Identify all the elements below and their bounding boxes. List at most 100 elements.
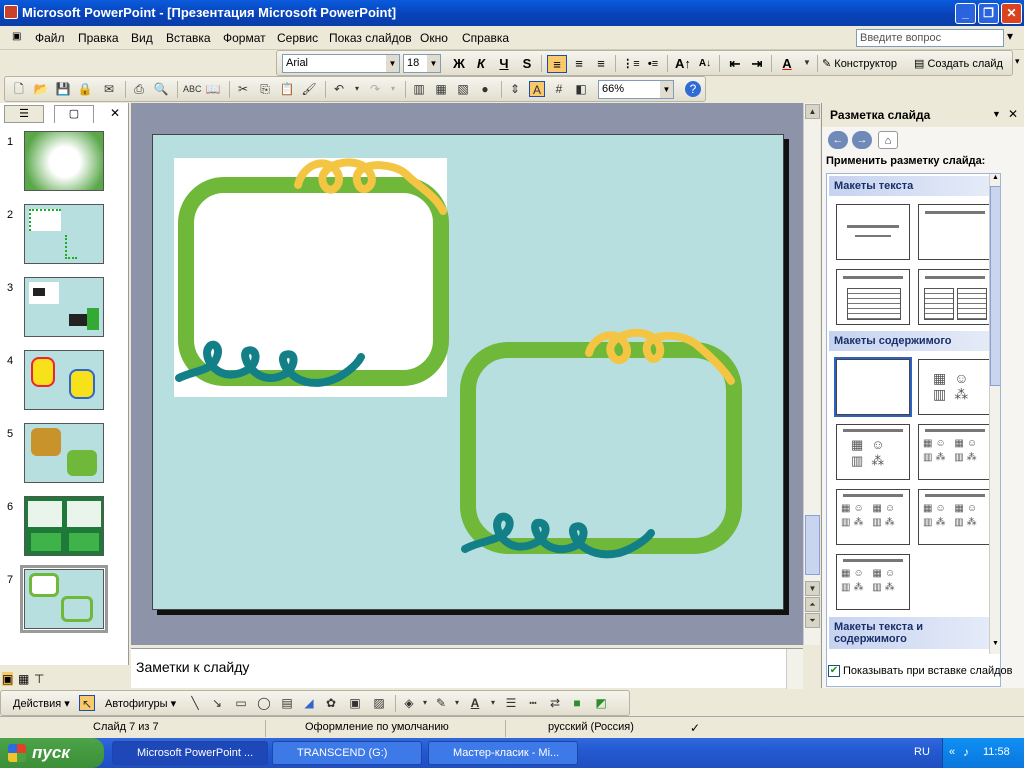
menu-slideshow[interactable]: Показ слайдов: [329, 31, 412, 45]
redo-icon[interactable]: ↷: [367, 81, 383, 97]
print-icon[interactable]: ⎙: [131, 81, 147, 97]
diagram-icon[interactable]: ✿: [323, 695, 339, 711]
maximize-button[interactable]: ❐: [978, 3, 999, 24]
oval-icon[interactable]: ◯: [256, 695, 272, 711]
autoshapes-menu[interactable]: Автофигуры ▾: [105, 697, 176, 710]
close-button[interactable]: ✕: [1001, 3, 1022, 24]
open-folder-icon[interactable]: 📂: [33, 81, 49, 97]
gallery-scroll-thumb[interactable]: [990, 186, 1000, 386]
copy-icon[interactable]: ⎘: [257, 81, 273, 97]
menu-tools[interactable]: Сервис: [277, 31, 318, 45]
numbering-icon[interactable]: ⋮≡: [621, 55, 641, 73]
draw-font-color-dropdown-icon[interactable]: ▾: [485, 695, 501, 711]
slide-vertical-scrollbar[interactable]: ▲ ▼ ⏶ ⏷: [803, 103, 820, 645]
clock[interactable]: 11:58: [983, 746, 1010, 758]
increase-font-icon[interactable]: A↑: [673, 55, 693, 73]
permission-icon[interactable]: 🔒: [77, 81, 93, 97]
tables-borders-icon[interactable]: ▧: [455, 81, 471, 97]
font-name-combo[interactable]: Arial ▼: [282, 54, 400, 73]
menu-help[interactable]: Справка: [462, 31, 509, 45]
taskbar-item-transcend[interactable]: TRANSCEND (G:): [272, 741, 422, 765]
menu-format[interactable]: Формат: [223, 31, 266, 45]
show-on-insert-checkbox[interactable]: ✔: [828, 665, 840, 677]
layout-title-text[interactable]: [836, 269, 910, 325]
font-color-button[interactable]: A: [777, 55, 797, 73]
decrease-indent-icon[interactable]: ⇤: [725, 55, 745, 73]
powerpoint-app-icon[interactable]: [4, 5, 18, 19]
font-color-dropdown-icon[interactable]: ▼: [799, 55, 815, 71]
draw-font-color-icon[interactable]: A: [467, 695, 483, 711]
wordart-icon[interactable]: ◢: [301, 695, 317, 711]
layout-title-content[interactable]: ▦☺ ▥⁂: [836, 424, 910, 480]
slide-thumb-4[interactable]: [24, 350, 104, 410]
arrow-style-icon[interactable]: ⇄: [547, 695, 563, 711]
menu-file[interactable]: Файл: [35, 31, 65, 45]
print-preview-icon[interactable]: 🔍: [153, 81, 169, 97]
start-button[interactable]: пуск: [0, 738, 104, 768]
tab-slides[interactable]: ▢: [54, 105, 94, 123]
forward-icon[interactable]: →: [852, 131, 872, 149]
slide-thumb-5[interactable]: [24, 423, 104, 483]
research-icon[interactable]: 📖: [205, 81, 221, 97]
bullets-icon[interactable]: •≡: [643, 55, 663, 73]
help-dropdown-icon[interactable]: ▾: [1007, 29, 1013, 43]
color-grayscale-icon[interactable]: ◧: [573, 81, 589, 97]
redo-dropdown-icon[interactable]: ▾: [385, 81, 401, 97]
slide-thumb-3[interactable]: [24, 277, 104, 337]
textbox-icon[interactable]: ▤: [279, 695, 295, 711]
layout-title-two-content[interactable]: ▦☺ ▦☺ ▥⁂ ▥⁂: [918, 424, 992, 480]
underline-button[interactable]: Ч: [494, 55, 514, 73]
slide-thumb-2[interactable]: [24, 204, 104, 264]
layout-title-two-content-alt[interactable]: ▦☺ ▦☺ ▥⁂ ▥⁂: [918, 489, 992, 545]
fill-color-dropdown-icon[interactable]: ▾: [417, 695, 433, 711]
shadow-button[interactable]: S: [517, 55, 537, 73]
menu-view[interactable]: Вид: [131, 31, 153, 45]
layout-title-slide[interactable]: [836, 204, 910, 260]
show-formatting-icon[interactable]: A: [529, 81, 545, 97]
line-style-icon[interactable]: ☰: [503, 695, 519, 711]
layout-title-four-content[interactable]: ▦☺ ▦☺ ▥⁂ ▥⁂: [836, 554, 910, 610]
slide-canvas[interactable]: [152, 134, 784, 610]
taskbar-item-word[interactable]: Мастер-класик - Mi...: [428, 741, 578, 765]
insert-chart-icon[interactable]: ▥: [411, 81, 427, 97]
rectangle-icon[interactable]: ▭: [233, 695, 249, 711]
doc-icon[interactable]: ▣: [12, 31, 21, 42]
language-indicator[interactable]: RU: [914, 746, 930, 758]
clipart-icon[interactable]: ▣: [347, 695, 363, 711]
paste-icon[interactable]: 📋: [279, 81, 295, 97]
close-pane-icon[interactable]: ✕: [110, 106, 120, 120]
slide-thumb-6[interactable]: [24, 496, 104, 556]
menu-insert[interactable]: Вставка: [166, 31, 211, 45]
zoom-combo[interactable]: 66% ▼: [598, 80, 674, 99]
undo-icon[interactable]: ↶: [331, 81, 347, 97]
decrease-font-icon[interactable]: A↓: [695, 55, 715, 73]
layout-blank[interactable]: [834, 357, 912, 417]
layout-title-content-two[interactable]: ▦☺ ▦☺ ▥⁂ ▥⁂: [836, 489, 910, 545]
menu-edit[interactable]: Правка: [78, 31, 119, 45]
next-slide-icon[interactable]: ⏷: [805, 613, 820, 628]
spelling-status-icon[interactable]: ✓: [690, 721, 700, 735]
shadow-style-icon[interactable]: ■: [569, 695, 585, 711]
bold-button[interactable]: Ж: [449, 55, 469, 73]
format-painter-icon[interactable]: 🖌: [301, 81, 317, 97]
show-grid-icon[interactable]: #: [551, 81, 567, 97]
slide-sorter-view-icon[interactable]: ▦: [18, 672, 29, 686]
undo-dropdown-icon[interactable]: ▾: [349, 81, 365, 97]
insert-diagram-icon[interactable]: ●: [477, 81, 493, 97]
help-icon[interactable]: ?: [685, 81, 701, 97]
gallery-scroll-up-icon[interactable]: ▲: [990, 174, 1000, 186]
actions-menu[interactable]: Действия ▾: [13, 697, 70, 710]
help-search-input[interactable]: Введите вопрос: [856, 29, 1004, 47]
dash-style-icon[interactable]: ┅: [525, 695, 541, 711]
new-document-icon[interactable]: 🗋: [11, 81, 27, 97]
previous-slide-icon[interactable]: ⏶: [805, 597, 820, 612]
taskbar-item-powerpoint[interactable]: Microsoft PowerPoint ...: [112, 741, 268, 765]
scroll-down-icon[interactable]: ▼: [805, 581, 820, 596]
select-pointer-icon[interactable]: ↖: [79, 695, 95, 711]
layout-content[interactable]: ▦☺ ▥⁂: [918, 359, 992, 415]
task-pane-close-icon[interactable]: ✕: [1008, 107, 1018, 121]
fill-color-icon[interactable]: ◈: [401, 695, 417, 711]
line-color-icon[interactable]: ✎: [433, 695, 449, 711]
notes-scrollbar[interactable]: [786, 649, 803, 689]
tab-outline[interactable]: ☰: [4, 105, 44, 123]
